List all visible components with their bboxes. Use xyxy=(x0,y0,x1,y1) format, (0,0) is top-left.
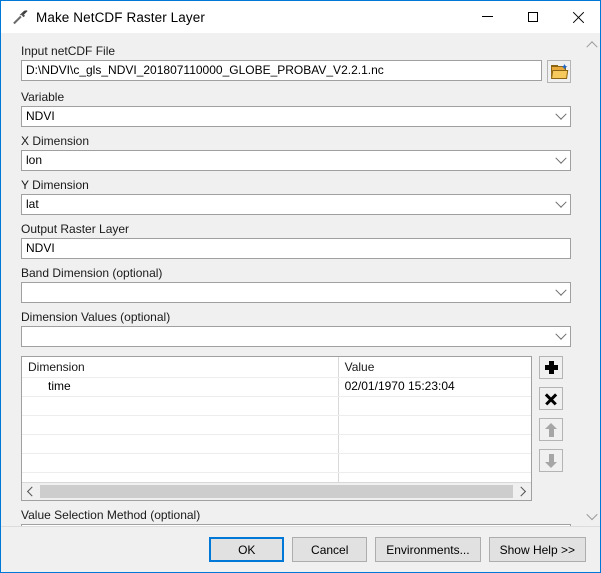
grid-column-header-dimension: Dimension xyxy=(28,360,85,374)
move-up-button[interactable] xyxy=(539,418,563,441)
form-content: Input netCDF File D:\NDVI\c_gls_NDVI_201… xyxy=(1,33,583,526)
table-row[interactable] xyxy=(22,396,531,415)
cell-dimension: time xyxy=(48,379,71,393)
show-help-button[interactable]: Show Help >> xyxy=(488,537,586,562)
arrow-down-icon xyxy=(544,453,558,468)
ok-button[interactable]: OK xyxy=(209,537,285,562)
dimension-values-combo[interactable] xyxy=(21,326,571,347)
grid-tool-buttons xyxy=(539,356,571,472)
cell-dimension xyxy=(22,473,338,482)
table-row[interactable] xyxy=(22,453,531,472)
arrow-up-icon xyxy=(544,422,558,437)
chevron-down-icon xyxy=(552,107,570,126)
chevron-down-icon xyxy=(552,151,570,170)
add-row-button[interactable] xyxy=(539,356,563,379)
x-dimension-combo[interactable]: lon xyxy=(21,150,571,171)
close-icon xyxy=(572,11,584,23)
chevron-down-icon xyxy=(552,195,570,214)
band-dimension-combo[interactable] xyxy=(21,282,571,303)
y-dimension-label: Y Dimension xyxy=(21,178,89,192)
chevron-left-icon xyxy=(26,486,37,497)
folder-open-icon: ✦ xyxy=(550,62,568,79)
dialog-body: Input netCDF File D:\NDVI\c_gls_NDVI_201… xyxy=(1,33,600,526)
band-dimension-label: Band Dimension (optional) xyxy=(21,266,163,280)
cell-value xyxy=(337,435,531,453)
cell-value xyxy=(337,397,531,415)
chevron-down-icon xyxy=(552,525,570,526)
chevron-right-icon xyxy=(516,486,527,497)
variable-row: NDVI xyxy=(21,106,571,127)
table-row[interactable] xyxy=(22,434,531,453)
plus-icon xyxy=(544,361,558,374)
x-dimension-label: X Dimension xyxy=(21,134,90,148)
value-selection-method-label: Value Selection Method (optional) xyxy=(21,508,201,522)
y-dimension-value: lat xyxy=(26,197,39,211)
scroll-down-button[interactable] xyxy=(584,507,601,524)
table-row[interactable]: time 02/01/1970 15:23:04 xyxy=(22,377,531,396)
scroll-left-button[interactable] xyxy=(22,483,39,500)
title-bar: Make NetCDF Raster Layer xyxy=(1,1,600,33)
x-dimension-value: lon xyxy=(26,153,43,167)
minimize-button[interactable] xyxy=(465,1,510,32)
chevron-down-icon xyxy=(552,327,570,346)
dimension-grid[interactable]: Dimension Value time 02/01/1970 15:23:04 xyxy=(21,356,532,501)
cell-dimension xyxy=(22,416,338,434)
scroll-up-button[interactable] xyxy=(584,35,601,52)
cell-value xyxy=(337,454,531,472)
variable-value: NDVI xyxy=(26,109,55,123)
chevron-down-icon xyxy=(586,508,598,520)
grid-rows: time 02/01/1970 15:23:04 xyxy=(22,377,531,482)
y-dimension-combo[interactable]: lat xyxy=(21,194,571,215)
cell-dimension xyxy=(22,435,338,453)
dialog-footer: OK Cancel Environments... Show Help >> xyxy=(1,526,600,572)
close-button[interactable] xyxy=(555,1,600,32)
browse-file-button[interactable]: ✦ xyxy=(547,60,571,83)
chevron-up-icon xyxy=(586,40,598,52)
dimension-grid-wrapper: Dimension Value time 02/01/1970 15:23:04 xyxy=(21,356,571,501)
dimension-values-label: Dimension Values (optional) xyxy=(21,310,171,324)
minimize-icon xyxy=(482,16,493,17)
move-down-button[interactable] xyxy=(539,449,563,472)
input-file-row: D:\NDVI\c_gls_NDVI_201807110000_GLOBE_PR… xyxy=(21,60,571,83)
cell-dimension xyxy=(22,454,338,472)
remove-row-button[interactable] xyxy=(539,387,563,410)
cancel-button[interactable]: Cancel xyxy=(292,537,368,562)
maximize-icon xyxy=(527,11,538,22)
hammer-tool-icon xyxy=(10,7,30,27)
x-dimension-row: lon xyxy=(21,150,571,171)
dialog-vertical-scrollbar[interactable] xyxy=(583,33,600,526)
window-title: Make NetCDF Raster Layer xyxy=(36,9,205,25)
horizontal-scroll-thumb[interactable] xyxy=(40,485,513,498)
variable-label: Variable xyxy=(21,90,65,104)
input-file-label: Input netCDF File xyxy=(21,44,116,58)
value-selection-method-value: BY_VALUE xyxy=(22,525,552,526)
cell-value: 02/01/1970 15:23:04 xyxy=(337,378,531,396)
value-selection-method-combo[interactable]: BY_VALUE xyxy=(21,524,571,526)
table-row[interactable] xyxy=(22,472,531,482)
window-controls xyxy=(465,1,600,33)
output-layer-row: NDVI xyxy=(21,238,571,259)
x-icon xyxy=(545,393,557,405)
scroll-right-button[interactable] xyxy=(514,483,531,500)
output-layer-label: Output Raster Layer xyxy=(21,222,130,236)
environments-button[interactable]: Environments... xyxy=(375,537,481,562)
band-dimension-row xyxy=(21,282,571,303)
chevron-down-icon xyxy=(552,283,570,302)
cell-value xyxy=(337,473,531,482)
dimension-values-row xyxy=(21,326,571,347)
table-row[interactable] xyxy=(22,415,531,434)
grid-header-row: Dimension Value xyxy=(22,357,531,377)
variable-combo[interactable]: NDVI xyxy=(21,106,571,127)
input-file-field[interactable]: D:\NDVI\c_gls_NDVI_201807110000_GLOBE_PR… xyxy=(21,60,542,81)
y-dimension-row: lat xyxy=(21,194,571,215)
maximize-button[interactable] xyxy=(510,1,555,32)
grid-column-header-value: Value xyxy=(337,357,531,377)
grid-horizontal-scrollbar[interactable] xyxy=(22,482,531,500)
make-netcdf-raster-layer-dialog: Make NetCDF Raster Layer Input netCDF Fi… xyxy=(0,0,601,573)
output-layer-field[interactable]: NDVI xyxy=(21,238,571,259)
cell-dimension xyxy=(22,397,338,415)
cell-value xyxy=(337,416,531,434)
value-selection-method-row: BY_VALUE xyxy=(21,524,571,526)
